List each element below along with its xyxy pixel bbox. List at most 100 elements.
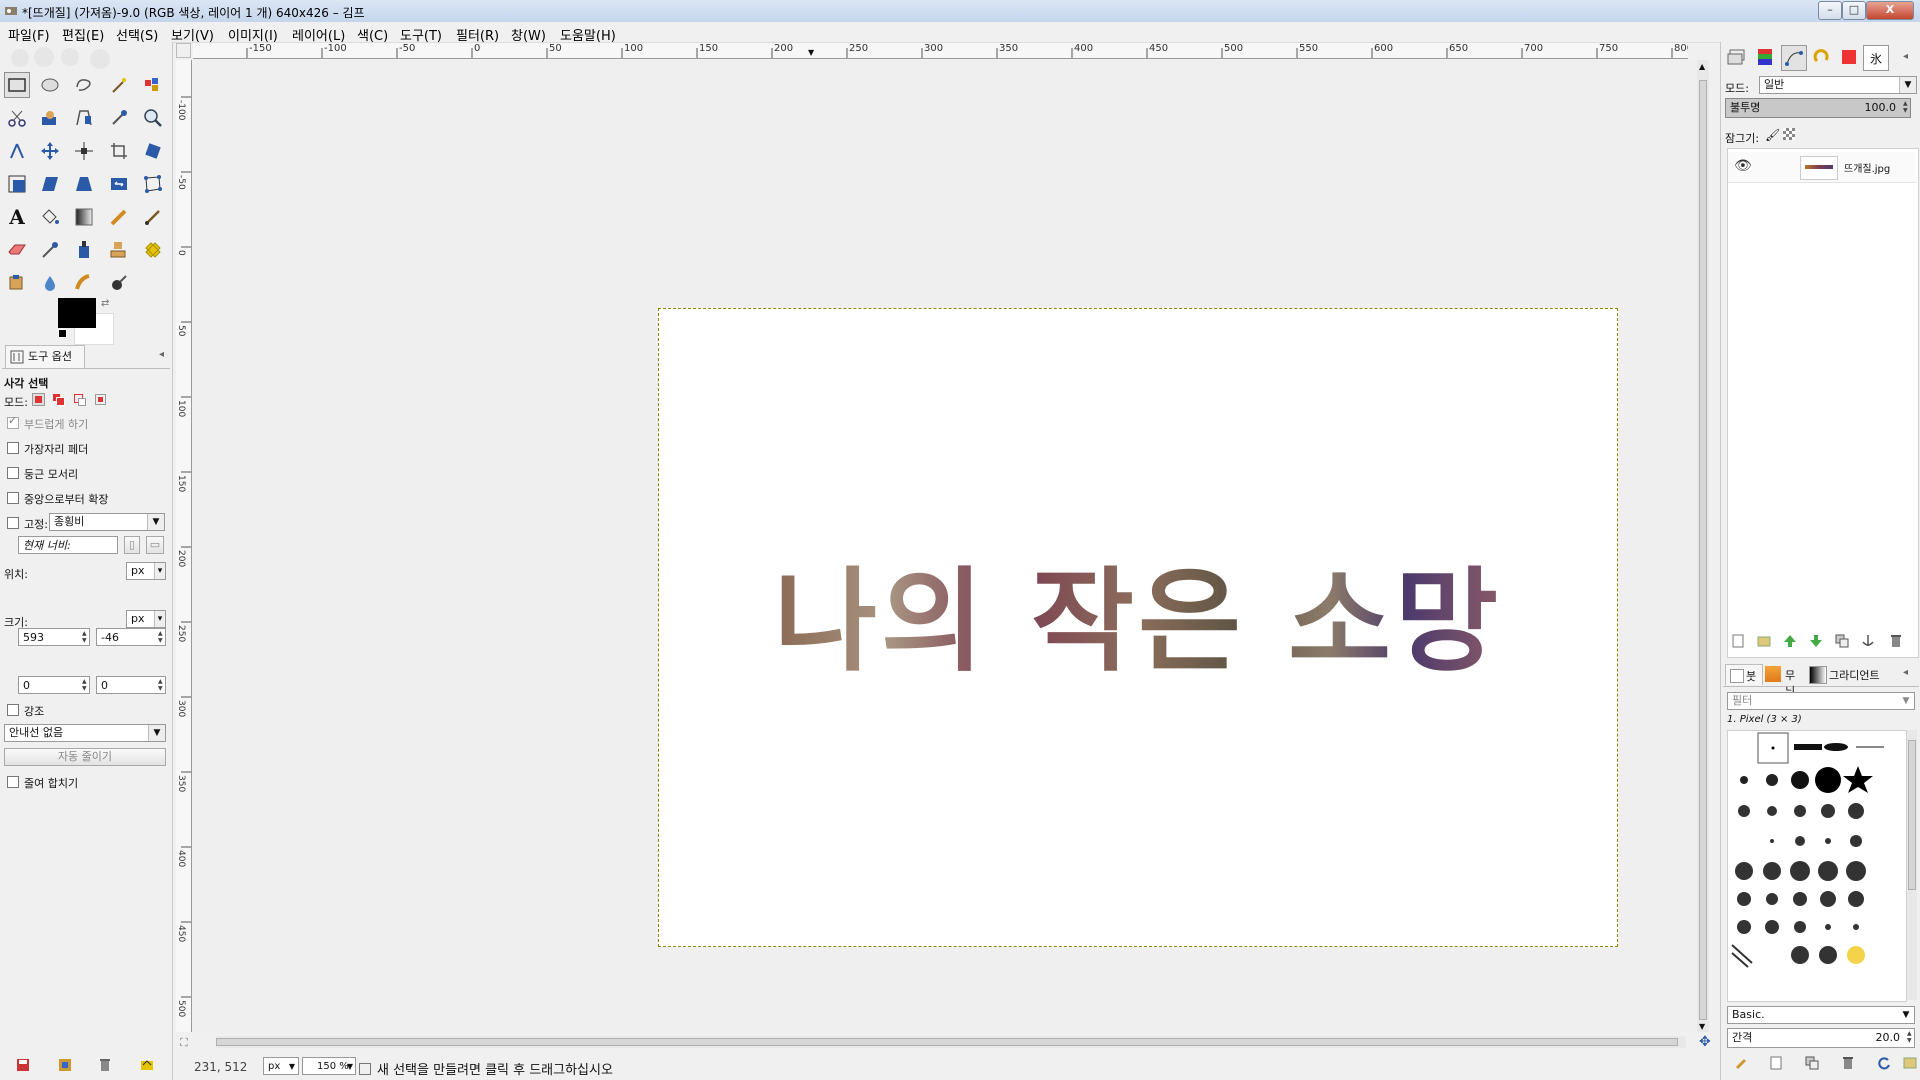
- highlight-checkbox[interactable]: [7, 704, 19, 716]
- menu-colors[interactable]: 색(C): [357, 25, 388, 44]
- scale-icon[interactable]: [4, 171, 30, 197]
- blend-icon[interactable]: [71, 204, 97, 230]
- duplicate-brush-icon[interactable]: [1805, 1056, 1819, 1070]
- anchor-layer-icon[interactable]: [1861, 634, 1875, 648]
- configure-tab-icon[interactable]: ◂: [1903, 667, 1908, 678]
- shear-icon[interactable]: [37, 171, 63, 197]
- perspective-clone-icon[interactable]: [4, 270, 30, 296]
- brush-spacing-slider[interactable]: 간격 20.0 ▲ ▼: [1727, 1028, 1915, 1048]
- lock-alpha-icon[interactable]: [1783, 128, 1795, 140]
- horizontal-scroll-thumb[interactable]: [216, 1038, 1678, 1046]
- reset-options-icon[interactable]: [140, 1058, 154, 1072]
- minimize-button[interactable]: –: [1818, 1, 1842, 20]
- channels-tab-icon[interactable]: [1753, 45, 1777, 69]
- eye-icon[interactable]: 👁: [1734, 158, 1752, 174]
- position-x-input[interactable]: 593 ▲ ▼: [18, 628, 90, 646]
- select-by-color-icon[interactable]: [140, 72, 166, 98]
- feather-checkbox[interactable]: [7, 442, 19, 454]
- lock-pixels-icon[interactable]: 🖌: [1765, 128, 1780, 142]
- menu-layer[interactable]: 레이어(L): [292, 25, 345, 44]
- portrait-icon[interactable]: ▯: [124, 536, 140, 554]
- paths-tab-icon[interactable]: [1781, 45, 1807, 71]
- vertical-scroll-thumb[interactable]: [1699, 80, 1707, 1020]
- move-icon[interactable]: [37, 138, 63, 164]
- undo-history-tab-icon[interactable]: [1809, 45, 1833, 69]
- paths-icon[interactable]: [71, 105, 97, 131]
- layers-mode-select[interactable]: 일반 ▼: [1759, 76, 1917, 94]
- quick-mask-icon[interactable]: ⛶: [180, 1036, 188, 1050]
- new-layer-icon[interactable]: [1731, 634, 1745, 648]
- mode-intersect-icon[interactable]: [94, 393, 107, 406]
- fixed-mode-select[interactable]: 종횡비 ▼: [49, 513, 165, 531]
- layers-list[interactable]: 👁 뜨개질.jpg: [1727, 148, 1919, 658]
- scissors-select-icon[interactable]: [4, 105, 30, 131]
- zoom-icon[interactable]: [140, 105, 166, 131]
- position-unit-select[interactable]: px ▾: [126, 562, 166, 580]
- close-button[interactable]: X: [1866, 1, 1914, 20]
- canvas-area[interactable]: 나의 작은 소망: [193, 60, 1695, 1032]
- size-unit-select[interactable]: px ▾: [126, 610, 166, 628]
- measure-icon[interactable]: [4, 138, 30, 164]
- eraser-icon[interactable]: [4, 237, 30, 263]
- unit-select[interactable]: px ▼: [263, 1057, 299, 1075]
- fuzzy-select-icon[interactable]: [106, 72, 132, 98]
- rounded-corners-checkbox[interactable]: [7, 467, 19, 479]
- flip-icon[interactable]: [106, 171, 132, 197]
- delete-brush-icon[interactable]: [1841, 1056, 1855, 1070]
- airbrush-icon[interactable]: [37, 237, 63, 263]
- shrink-merged-checkbox[interactable]: [7, 776, 19, 788]
- position-y-input[interactable]: -46 ▲ ▼: [96, 628, 166, 646]
- mode-add-icon[interactable]: [52, 393, 65, 406]
- default-colors-icon[interactable]: [58, 329, 67, 338]
- perspective-icon[interactable]: [71, 171, 97, 197]
- ellipse-select-icon[interactable]: [37, 72, 63, 98]
- zoom-select[interactable]: 150 % ▼: [302, 1057, 356, 1075]
- horizontal-ruler[interactable]: -150 -100 -50 0 50 100 150 200 250 300 3…: [193, 43, 1688, 59]
- tab-gradients[interactable]: 그라디언트: [1809, 664, 1889, 684]
- brush-tab-icon[interactable]: 氷: [1863, 45, 1889, 71]
- paintbrush-icon[interactable]: [140, 204, 166, 230]
- size-height-input[interactable]: 0 ▲ ▼: [96, 676, 166, 694]
- delete-options-icon[interactable]: [98, 1058, 112, 1072]
- menu-windows[interactable]: 창(W): [511, 25, 546, 44]
- vertical-ruler[interactable]: -100 -50 0 50 100 150 200 250 300 350 40…: [176, 60, 192, 1032]
- mode-replace-icon[interactable]: [32, 393, 45, 406]
- menu-filters[interactable]: 필터(R): [456, 25, 499, 44]
- horizontal-scrollbar[interactable]: [216, 1036, 1686, 1048]
- foreground-color-swatch[interactable]: [58, 298, 96, 328]
- menu-view[interactable]: 보기(V): [171, 25, 214, 44]
- autoshrink-button[interactable]: 자동 줄이기: [4, 748, 166, 766]
- smudge-icon[interactable]: [71, 270, 97, 296]
- configure-tab-icon[interactable]: ◂: [159, 349, 164, 360]
- lower-layer-icon[interactable]: [1809, 634, 1823, 648]
- ink-icon[interactable]: [71, 237, 97, 263]
- heal-icon[interactable]: [140, 237, 166, 263]
- opacity-slider[interactable]: 불투명 100.0 ▲ ▼: [1725, 98, 1911, 118]
- layer-row[interactable]: 👁 뜨개질.jpg: [1728, 152, 1916, 183]
- color-tab-icon[interactable]: [1837, 45, 1861, 69]
- menu-tools[interactable]: 도구(T): [400, 25, 442, 44]
- antialias-checkbox[interactable]: [7, 414, 19, 429]
- cage-transform-icon[interactable]: [140, 171, 166, 197]
- rect-select-icon[interactable]: [4, 72, 30, 98]
- duplicate-layer-icon[interactable]: [1835, 634, 1849, 648]
- refresh-brushes-icon[interactable]: [1877, 1056, 1891, 1070]
- navigate-icon[interactable]: ✥: [1699, 1034, 1711, 1050]
- swap-colors-icon[interactable]: ⇄: [101, 298, 109, 309]
- free-select-icon[interactable]: [71, 72, 97, 98]
- menu-help[interactable]: 도움말(H): [560, 25, 616, 44]
- tab-brushes[interactable]: 붓: [1725, 664, 1763, 685]
- edit-brush-icon[interactable]: [1735, 1056, 1749, 1070]
- guides-select[interactable]: 안내선 없음 ▼: [4, 724, 166, 742]
- current-size-field[interactable]: 현재 너비:: [18, 536, 118, 554]
- brushes-scrollbar[interactable]: [1907, 730, 1917, 1000]
- text-tool-icon[interactable]: A: [4, 204, 30, 230]
- scroll-down-icon[interactable]: ▼: [1699, 1022, 1705, 1031]
- mode-subtract-icon[interactable]: [73, 393, 86, 406]
- brush-preset-select[interactable]: Basic. ▼: [1727, 1006, 1915, 1024]
- rotate-icon[interactable]: [140, 138, 166, 164]
- fixed-checkbox[interactable]: [7, 517, 19, 529]
- save-options-icon[interactable]: [16, 1058, 30, 1072]
- image-canvas[interactable]: 나의 작은 소망: [658, 308, 1618, 947]
- new-layer-group-icon[interactable]: [1757, 634, 1771, 648]
